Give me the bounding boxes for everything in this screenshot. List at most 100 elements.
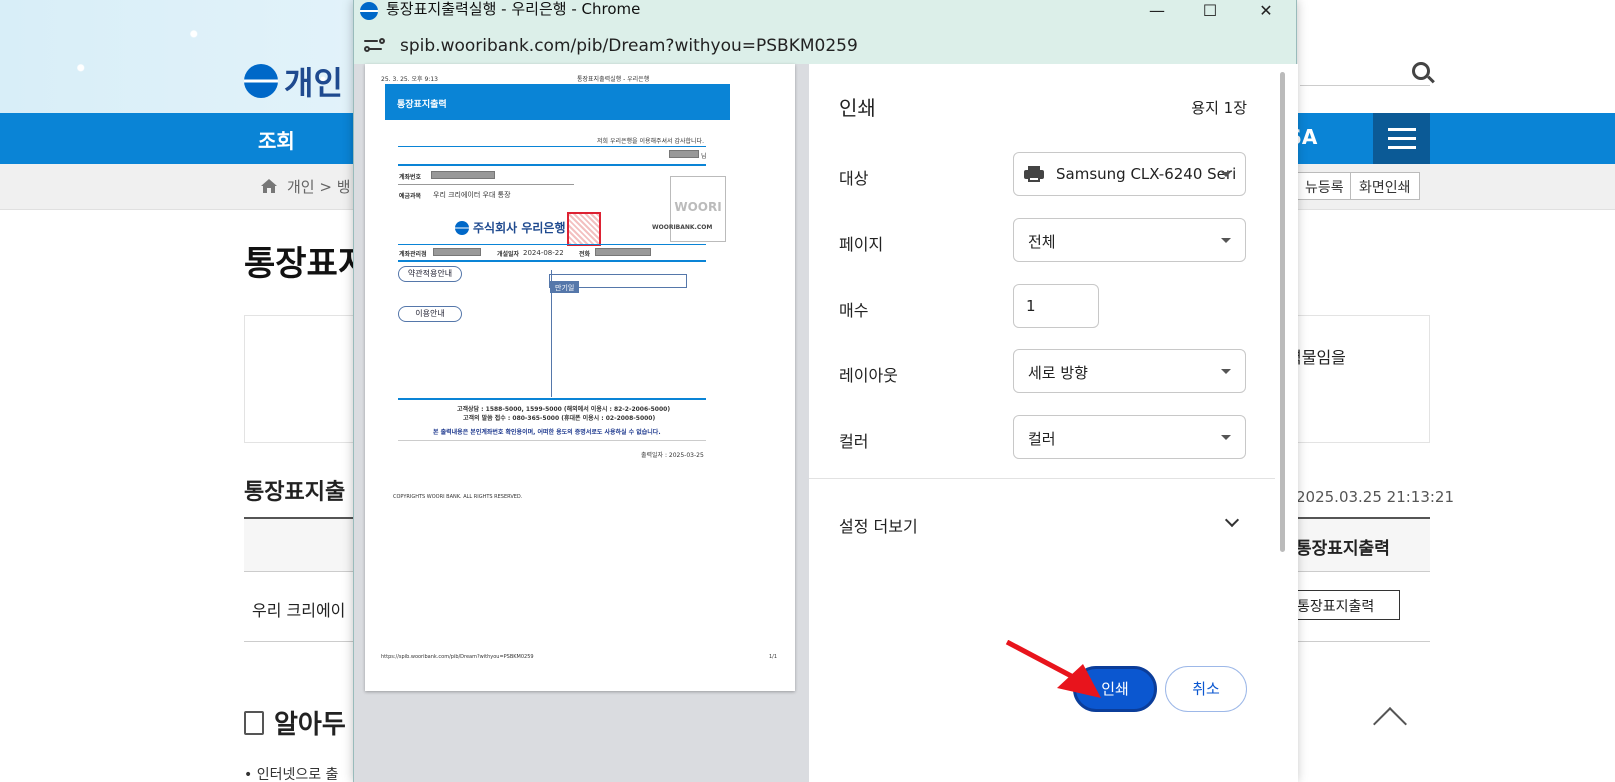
preview-bank-name: 주식회사 우리은행 bbox=[473, 221, 566, 235]
breadcrumb-text[interactable]: 개인 > 뱅 bbox=[287, 176, 351, 197]
preview-print-header: 통장표지출력실행 - 우리은행 bbox=[577, 76, 650, 83]
preview-bank-logo: 주식회사 우리은행 bbox=[455, 219, 566, 236]
column-header: 통장표지출력 bbox=[1296, 539, 1390, 559]
destination-value: Samsung CLX-6240 Seri bbox=[1056, 165, 1237, 183]
woori-logo-icon bbox=[455, 220, 469, 235]
layout-label: 레이아웃 bbox=[839, 366, 898, 385]
chevron-down-icon bbox=[1221, 369, 1231, 374]
minimize-icon[interactable]: — bbox=[1134, 0, 1180, 20]
preview-terms-pill: 약관적용안내 bbox=[398, 266, 462, 282]
settings-divider bbox=[809, 478, 1275, 479]
copies-input[interactable]: 1 bbox=[1013, 284, 1099, 328]
preview-product-label: 예금과목 bbox=[399, 193, 422, 200]
color-select[interactable]: 컬러 bbox=[1013, 415, 1246, 459]
passbook-print-button[interactable]: 통장표지출력 bbox=[1288, 590, 1400, 620]
search-icon[interactable] bbox=[1412, 62, 1430, 80]
preview-open-label: 개설일자 bbox=[497, 251, 520, 258]
woori-watermark: WOORI bbox=[670, 176, 726, 242]
chevron-down-icon bbox=[1221, 238, 1231, 243]
preview-line bbox=[398, 184, 574, 185]
section-title: 통장표지출 bbox=[244, 480, 346, 505]
screen-print-button[interactable]: 화면인쇄 bbox=[1350, 172, 1420, 200]
redacted-account bbox=[431, 171, 495, 179]
color-label: 컬러 bbox=[839, 432, 869, 451]
woori-favicon-icon bbox=[360, 2, 378, 20]
preview-line bbox=[398, 244, 706, 245]
preview-doc-title: 통장표지출력 bbox=[385, 84, 730, 120]
redacted-name bbox=[669, 150, 699, 158]
window-title: 통장표지출력실행 - 우리은행 - Chrome bbox=[386, 0, 641, 18]
preview-account-label: 계좌번호 bbox=[399, 174, 422, 181]
close-icon[interactable]: ✕ bbox=[1243, 0, 1289, 20]
preview-open-date: 2024-08-22 bbox=[523, 249, 564, 257]
cancel-button[interactable]: 취소 bbox=[1165, 666, 1247, 712]
menu-register-button[interactable]: 뉴등록 bbox=[1297, 172, 1353, 200]
more-settings-toggle[interactable]: 설정 더보기 bbox=[839, 513, 918, 537]
site-info-icon[interactable] bbox=[364, 36, 386, 54]
preview-notice-top: 저희 우리은행을 이용해주셔서 감사합니다. bbox=[597, 138, 704, 145]
preview-line bbox=[398, 398, 706, 400]
timestamp: 2025.03.25 21:13:21 bbox=[1296, 488, 1455, 506]
bank-seal-stamp bbox=[567, 212, 601, 246]
woori-logo-icon bbox=[244, 64, 278, 98]
preview-output-date: 출력일자 : 2025-03-25 bbox=[641, 452, 704, 459]
notice-title: 알아두 bbox=[274, 710, 346, 740]
preview-vline bbox=[551, 270, 552, 397]
home-icon[interactable] bbox=[260, 178, 278, 194]
color-value: 컬러 bbox=[1028, 430, 1056, 448]
nav-item-inquiry[interactable]: 조회 bbox=[258, 125, 295, 154]
preview-contact-1: 고객상담 : 1588-5000, 1599-5000 (해외에서 이용시 : … bbox=[457, 406, 671, 413]
window-titlebar[interactable]: 통장표지출력실행 - 우리은행 - Chrome — ☐ ✕ bbox=[354, 0, 1298, 28]
notice-text: • 인터넷으로 출 bbox=[244, 767, 339, 782]
preview-line bbox=[398, 260, 706, 262]
print-preview-area: 25. 3. 25. 오후 9:13 통장표지출력실행 - 우리은행 통장표지출… bbox=[354, 64, 809, 782]
address-bar[interactable]: spib.wooribank.com/pib/Dream?withyou=PSB… bbox=[354, 28, 1298, 64]
bank-search[interactable] bbox=[1300, 62, 1430, 86]
url-text[interactable]: spib.wooribank.com/pib/Dream?withyou=PSB… bbox=[400, 36, 858, 56]
preview-line bbox=[398, 440, 706, 441]
layout-value: 세로 방향 bbox=[1028, 364, 1088, 382]
hamburger-menu-icon[interactable] bbox=[1373, 113, 1430, 164]
preview-print-date: 25. 3. 25. 오후 9:13 bbox=[381, 76, 438, 83]
preview-line bbox=[398, 164, 706, 166]
layout-select[interactable]: 세로 방향 bbox=[1013, 349, 1246, 393]
preview-suffix: 님 bbox=[701, 153, 707, 160]
document-icon bbox=[244, 710, 264, 735]
logo-text: 개인 bbox=[284, 64, 343, 102]
bank-logo[interactable]: 개인 bbox=[244, 58, 343, 104]
chevron-down-icon bbox=[1221, 435, 1231, 440]
screen: 개인 조회 ISA 개인 > 뱅 뉴등록 화면인쇄 통장표지 력물임을 통장표지… bbox=[0, 0, 1615, 782]
account-name-cell: 우리 크리에이 bbox=[252, 601, 346, 620]
redacted-phone bbox=[595, 248, 651, 256]
redacted-branch bbox=[433, 248, 481, 256]
chrome-popup-window: 통장표지출력실행 - 우리은행 - Chrome — ☐ ✕ spib.woor… bbox=[353, 0, 1298, 782]
scroll-top-icon[interactable] bbox=[1373, 707, 1407, 741]
page-title: 통장표지 bbox=[244, 244, 370, 284]
destination-select[interactable]: Samsung CLX-6240 Seri bbox=[1013, 152, 1246, 196]
scrollbar-thumb[interactable] bbox=[1280, 72, 1285, 552]
print-dialog-title: 인쇄 bbox=[839, 96, 876, 120]
dialog-footer bbox=[809, 742, 1298, 782]
preview-phone-label: 전화 bbox=[579, 251, 591, 258]
maximize-icon[interactable]: ☐ bbox=[1187, 0, 1233, 20]
preview-branch-label: 계좌관리점 bbox=[399, 251, 427, 258]
preview-page: 25. 3. 25. 오후 9:13 통장표지출력실행 - 우리은행 통장표지출… bbox=[365, 64, 795, 691]
destination-label: 대상 bbox=[839, 169, 869, 188]
preview-copyright: COPYRIGHTS WOORI BANK. ALL RIGHTS RESERV… bbox=[393, 494, 523, 500]
settings-scrollbar[interactable] bbox=[1275, 64, 1298, 742]
chevron-down-icon bbox=[1221, 172, 1231, 177]
print-dialog: 25. 3. 25. 오후 9:13 통장표지출력실행 - 우리은행 통장표지출… bbox=[354, 64, 1298, 782]
copies-value: 1 bbox=[1026, 297, 1036, 315]
preview-footer-url: https://spib.wooribank.com/pib/Dream?wit… bbox=[381, 654, 534, 660]
preview-page-number: 1/1 bbox=[769, 654, 778, 660]
preview-line bbox=[398, 146, 706, 147]
pages-select[interactable]: 전체 bbox=[1013, 218, 1246, 262]
preview-due-label: 만기일 bbox=[550, 281, 580, 293]
preview-due-box: 만기일 bbox=[549, 274, 687, 293]
preview-contact-2: 고객의 말씀 접수 : 080-365-5000 (휴대폰 이용시 : 02-2… bbox=[463, 415, 656, 422]
printer-icon bbox=[1024, 166, 1044, 182]
preview-watermark-url: WOORIBANK.COM bbox=[652, 224, 713, 231]
chevron-down-icon[interactable] bbox=[1224, 512, 1240, 528]
copies-label: 매수 bbox=[839, 301, 869, 320]
notice-heading: 알아두 bbox=[244, 704, 346, 741]
